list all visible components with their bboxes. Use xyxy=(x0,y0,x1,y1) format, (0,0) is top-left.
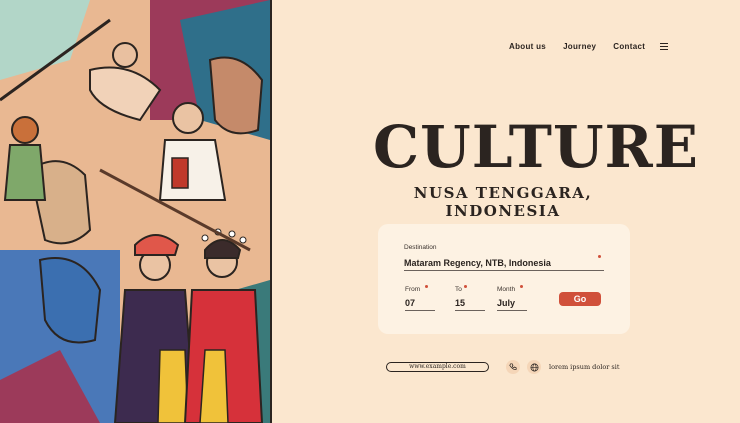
from-field[interactable]: 07 xyxy=(405,298,435,311)
destination-field[interactable]: Mataram Regency, NTB, Indonesia xyxy=(404,258,604,271)
globe-icon[interactable] xyxy=(527,360,541,374)
nav-journey[interactable]: Journey xyxy=(563,42,596,51)
website-link[interactable]: www.example.com xyxy=(386,362,489,372)
booking-card: Destination Mataram Regency, NTB, Indone… xyxy=(378,224,630,334)
panel-divider xyxy=(270,0,272,423)
month-field[interactable]: July xyxy=(497,298,527,311)
hamburger-icon[interactable] xyxy=(660,43,669,50)
month-required-dot xyxy=(520,285,523,288)
from-required-dot xyxy=(425,285,428,288)
phone-icon[interactable] xyxy=(506,360,520,374)
to-field[interactable]: 15 xyxy=(455,298,485,311)
destination-label: Destination xyxy=(404,244,437,251)
go-button[interactable]: Go xyxy=(559,292,601,306)
month-label: Month xyxy=(497,286,516,293)
nav-about-us[interactable]: About us xyxy=(509,42,546,51)
to-required-dot xyxy=(464,285,467,288)
culture-illustration xyxy=(0,0,270,423)
page-subtitle: NUSA TENGGARA, INDONESIA xyxy=(413,184,593,220)
to-label: To xyxy=(455,286,462,293)
footer-text: lorem ipsum dolor sit xyxy=(549,363,620,371)
page-title: CULTURE xyxy=(373,113,699,181)
nav-contact[interactable]: Contact xyxy=(613,42,645,51)
from-label: From xyxy=(405,286,421,293)
top-nav: About us Journey Contact xyxy=(509,42,669,51)
